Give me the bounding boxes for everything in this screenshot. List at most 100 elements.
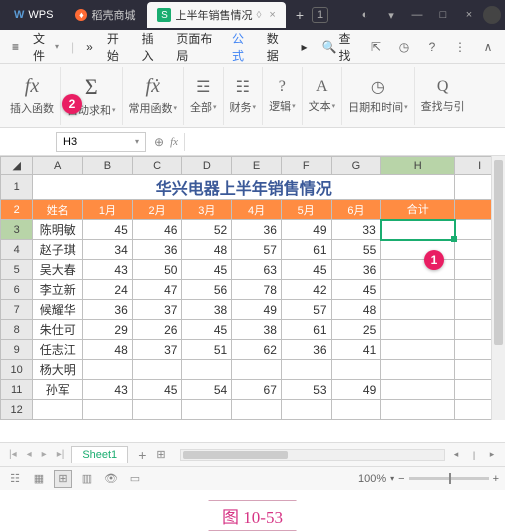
row-header[interactable]: 10: [1, 360, 33, 380]
ribbon-financial[interactable]: ☷ 财务▾: [224, 67, 264, 125]
menu-formula[interactable]: 公式: [226, 26, 259, 68]
col-header[interactable]: C: [132, 157, 182, 175]
cell[interactable]: 吴大春: [33, 260, 83, 280]
cell[interactable]: 45: [331, 280, 381, 300]
cell[interactable]: [381, 280, 455, 300]
menu-overflow[interactable]: ▸: [296, 36, 314, 58]
col-header[interactable]: G: [331, 157, 381, 175]
tab-shop[interactable]: ♦ 稻壳商城: [65, 2, 145, 28]
close-tab-icon[interactable]: ×: [269, 9, 275, 21]
header-cell[interactable]: 姓名: [33, 200, 83, 220]
add-sheet-button[interactable]: +: [132, 447, 152, 463]
cell[interactable]: [83, 360, 133, 380]
cell[interactable]: [381, 320, 455, 340]
zoom-in-button[interactable]: +: [493, 473, 499, 485]
cell[interactable]: 45: [182, 260, 232, 280]
nav-first-icon[interactable]: |◂: [6, 449, 20, 460]
col-header[interactable]: D: [182, 157, 232, 175]
cell[interactable]: [331, 400, 381, 420]
menu-insert[interactable]: 插入: [136, 26, 169, 68]
cell[interactable]: 62: [232, 340, 282, 360]
cell[interactable]: 38: [182, 300, 232, 320]
cell[interactable]: 36: [331, 260, 381, 280]
zoom-out-button[interactable]: −: [398, 473, 404, 485]
header-cell[interactable]: 4月: [232, 200, 282, 220]
cell[interactable]: 41: [331, 340, 381, 360]
cell[interactable]: 48: [182, 240, 232, 260]
cell[interactable]: [33, 400, 83, 420]
row-header[interactable]: 12: [1, 400, 33, 420]
cell[interactable]: 34: [83, 240, 133, 260]
menu-search[interactable]: 🔍 查找: [316, 26, 363, 68]
header-cell[interactable]: 合计: [381, 200, 455, 220]
nav-last-icon[interactable]: ▸|: [54, 449, 68, 460]
cell[interactable]: 61: [281, 240, 331, 260]
cell[interactable]: [182, 360, 232, 380]
row-header-active[interactable]: 3: [1, 220, 33, 240]
fx-search-icon[interactable]: ⊕: [154, 135, 164, 149]
cell[interactable]: 24: [83, 280, 133, 300]
cell[interactable]: 孙军: [33, 380, 83, 400]
cell[interactable]: 50: [132, 260, 182, 280]
menu-layout[interactable]: 页面布局: [170, 26, 224, 68]
cell[interactable]: [132, 400, 182, 420]
tab-wps[interactable]: W WPS: [4, 2, 63, 28]
cell[interactable]: 54: [182, 380, 232, 400]
cell[interactable]: 33: [331, 220, 381, 240]
cell[interactable]: 43: [83, 380, 133, 400]
cell[interactable]: 47: [132, 280, 182, 300]
cell[interactable]: 45: [132, 380, 182, 400]
cell[interactable]: 48: [331, 300, 381, 320]
row-header[interactable]: 2: [1, 200, 33, 220]
cell[interactable]: [381, 360, 455, 380]
row-header[interactable]: 9: [1, 340, 33, 360]
cell[interactable]: [83, 400, 133, 420]
ribbon-lookup[interactable]: Q 查找与引: [415, 67, 471, 125]
minimize-button[interactable]: —: [405, 3, 429, 27]
zoom-level[interactable]: 100%: [358, 473, 386, 485]
cell[interactable]: 38: [232, 320, 282, 340]
cell[interactable]: 36: [132, 240, 182, 260]
menu-start[interactable]: 开始: [101, 26, 134, 68]
cell[interactable]: 45: [281, 260, 331, 280]
scroll-left-icon[interactable]: ◂: [449, 449, 463, 460]
maximize-button[interactable]: □: [431, 3, 455, 27]
nav-prev-icon[interactable]: ◂: [24, 449, 35, 460]
cell[interactable]: [281, 360, 331, 380]
add-tab-button[interactable]: +: [288, 7, 312, 23]
cell[interactable]: 候耀华: [33, 300, 83, 320]
cell[interactable]: 45: [182, 320, 232, 340]
cell[interactable]: 53: [281, 380, 331, 400]
cell[interactable]: 46: [132, 220, 182, 240]
cell[interactable]: 25: [331, 320, 381, 340]
row-header[interactable]: 1: [1, 175, 33, 200]
cell[interactable]: [381, 340, 455, 360]
row-header[interactable]: 4: [1, 240, 33, 260]
cell[interactable]: 51: [182, 340, 232, 360]
cell[interactable]: [281, 400, 331, 420]
cell[interactable]: 李立新: [33, 280, 83, 300]
cell[interactable]: 任志江: [33, 340, 83, 360]
cell[interactable]: 赵子琪: [33, 240, 83, 260]
header-cell[interactable]: 1月: [83, 200, 133, 220]
cell[interactable]: [331, 360, 381, 380]
cell[interactable]: 78: [232, 280, 282, 300]
cell[interactable]: 37: [132, 340, 182, 360]
sheet-tab[interactable]: Sheet1: [71, 446, 128, 463]
view-read-icon[interactable]: 👁: [102, 470, 120, 488]
header-cell[interactable]: 5月: [281, 200, 331, 220]
name-box[interactable]: H3 ▾: [56, 132, 146, 152]
scroll-right-icon[interactable]: ▸: [485, 449, 499, 460]
cell[interactable]: 陈明敏: [33, 220, 83, 240]
horizontal-scrollbar[interactable]: [180, 449, 445, 461]
cell[interactable]: 55: [331, 240, 381, 260]
view-custom-icon[interactable]: ▭: [126, 470, 144, 488]
cell[interactable]: 29: [83, 320, 133, 340]
status-edit-icon[interactable]: ☷: [6, 470, 24, 488]
spreadsheet[interactable]: ◢ A B C D E F G H I 1 华兴电器上半年销售情况 2 姓名 1…: [0, 156, 505, 420]
row-header[interactable]: 5: [1, 260, 33, 280]
row-header[interactable]: 6: [1, 280, 33, 300]
cell[interactable]: 56: [182, 280, 232, 300]
cell[interactable]: 36: [83, 300, 133, 320]
menu-data[interactable]: 数据: [261, 26, 294, 68]
